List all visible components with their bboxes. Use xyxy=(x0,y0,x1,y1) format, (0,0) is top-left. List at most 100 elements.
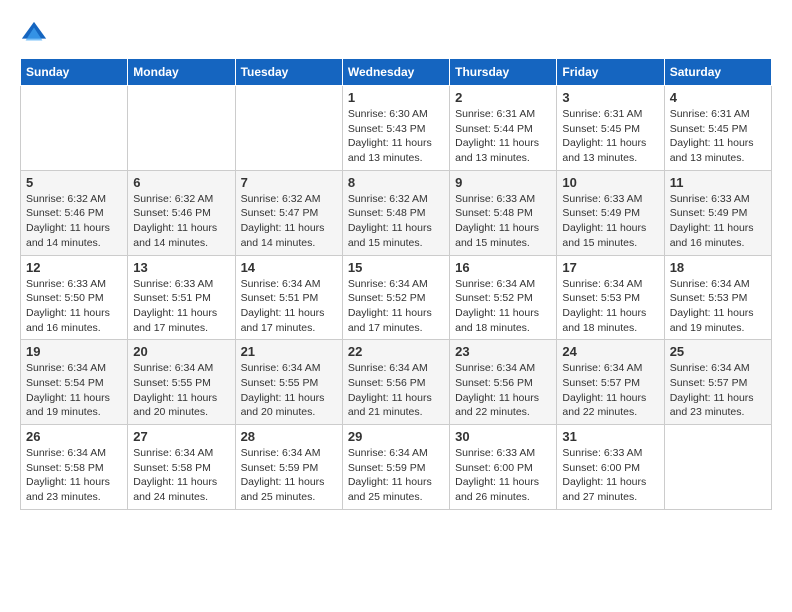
calendar-cell xyxy=(664,425,771,510)
day-number: 1 xyxy=(348,90,444,105)
day-number: 13 xyxy=(133,260,229,275)
day-info: Sunrise: 6:33 AM Sunset: 6:00 PM Dayligh… xyxy=(455,446,551,505)
calendar-week-row: 12 Sunrise: 6:33 AM Sunset: 5:50 PM Dayli… xyxy=(21,255,772,340)
logo xyxy=(20,20,50,48)
day-info: Sunrise: 6:33 AM Sunset: 5:50 PM Dayligh… xyxy=(26,277,122,336)
calendar-cell: 28Sunrise: 6:34 AM Sunset: 5:59 PM Dayli… xyxy=(235,425,342,510)
day-number: 26 xyxy=(26,429,122,444)
calendar-cell: 24Sunrise: 6:34 AM Sunset: 5:57 PM Dayli… xyxy=(557,340,664,425)
day-info: Sunrise: 6:34 AM Sunset: 5:53 PM Dayligh… xyxy=(562,277,658,336)
day-info: Sunrise: 6:34 AM Sunset: 5:56 PM Dayligh… xyxy=(348,361,444,420)
calendar-cell: 29 Sunrise: 6:34 AM Sunset: 5:59 PM Dayli… xyxy=(342,425,449,510)
day-number: 4 xyxy=(670,90,766,105)
weekday-header-sunday: Sunday xyxy=(21,59,128,86)
day-number: 7 xyxy=(241,175,337,190)
day-number: 27 xyxy=(133,429,229,444)
calendar-week-row: 1 Sunrise: 6:30 AM Sunset: 5:43 PM Daylig… xyxy=(21,86,772,171)
weekday-header-monday: Monday xyxy=(128,59,235,86)
calendar-cell xyxy=(21,86,128,171)
calendar-cell: 3 Sunrise: 6:31 AM Sunset: 5:45 PM Daylig… xyxy=(557,86,664,171)
calendar-cell: 18 Sunrise: 6:34 AM Sunset: 5:53 PM Dayli… xyxy=(664,255,771,340)
day-number: 5 xyxy=(26,175,122,190)
calendar-cell: 27 Sunrise: 6:34 AM Sunset: 5:58 PM Dayli… xyxy=(128,425,235,510)
calendar-cell: 23 Sunrise: 6:34 AM Sunset: 5:56 PM Dayli… xyxy=(450,340,557,425)
calendar-week-row: 26 Sunrise: 6:34 AM Sunset: 5:58 PM Dayli… xyxy=(21,425,772,510)
day-info: Sunrise: 6:32 AM Sunset: 5:46 PM Dayligh… xyxy=(133,192,229,251)
day-number: 12 xyxy=(26,260,122,275)
day-info: Sunrise: 6:34 AM Sunset: 5:55 PM Dayligh… xyxy=(241,361,337,420)
calendar-cell: 13 Sunrise: 6:33 AM Sunset: 5:51 PM Dayli… xyxy=(128,255,235,340)
day-info: Sunrise: 6:34 AM Sunset: 5:51 PM Dayligh… xyxy=(241,277,337,336)
calendar-week-row: 19 Sunrise: 6:34 AM Sunset: 5:54 PM Dayli… xyxy=(21,340,772,425)
day-info: Sunrise: 6:32 AM Sunset: 5:48 PM Dayligh… xyxy=(348,192,444,251)
calendar-week-row: 5 Sunrise: 6:32 AM Sunset: 5:46 PM Daylig… xyxy=(21,170,772,255)
day-number: 6 xyxy=(133,175,229,190)
day-info: Sunrise: 6:31 AM Sunset: 5:45 PM Dayligh… xyxy=(670,107,766,166)
calendar-cell: 31 Sunrise: 6:33 AM Sunset: 6:00 PM Dayli… xyxy=(557,425,664,510)
calendar-cell xyxy=(235,86,342,171)
calendar-cell: 6 Sunrise: 6:32 AM Sunset: 5:46 PM Daylig… xyxy=(128,170,235,255)
calendar-cell: 26 Sunrise: 6:34 AM Sunset: 5:58 PM Dayli… xyxy=(21,425,128,510)
calendar-cell: 12 Sunrise: 6:33 AM Sunset: 5:50 PM Dayli… xyxy=(21,255,128,340)
day-number: 14 xyxy=(241,260,337,275)
day-info: Sunrise: 6:33 AM Sunset: 5:49 PM Dayligh… xyxy=(562,192,658,251)
day-info: Sunrise: 6:31 AM Sunset: 5:44 PM Dayligh… xyxy=(455,107,551,166)
weekday-header-wednesday: Wednesday xyxy=(342,59,449,86)
day-number: 24 xyxy=(562,344,658,359)
calendar-table: SundayMondayTuesdayWednesdayThursdayFrid… xyxy=(20,58,772,510)
calendar-cell: 20 Sunrise: 6:34 AM Sunset: 5:55 PM Dayli… xyxy=(128,340,235,425)
day-number: 29 xyxy=(348,429,444,444)
day-info: Sunrise: 6:33 AM Sunset: 5:49 PM Dayligh… xyxy=(670,192,766,251)
day-info: Sunrise: 6:34 AM Sunset: 5:59 PM Dayligh… xyxy=(348,446,444,505)
day-info: Sunrise: 6:32 AM Sunset: 5:46 PM Dayligh… xyxy=(26,192,122,251)
day-number: 21 xyxy=(241,344,337,359)
calendar-cell: 14 Sunrise: 6:34 AM Sunset: 5:51 PM Dayli… xyxy=(235,255,342,340)
calendar-cell: 30 Sunrise: 6:33 AM Sunset: 6:00 PM Dayli… xyxy=(450,425,557,510)
day-number: 30 xyxy=(455,429,551,444)
day-number: 20 xyxy=(133,344,229,359)
calendar-cell: 10 Sunrise: 6:33 AM Sunset: 5:49 PM Dayli… xyxy=(557,170,664,255)
weekday-header-saturday: Saturday xyxy=(664,59,771,86)
calendar-header-row: SundayMondayTuesdayWednesdayThursdayFrid… xyxy=(21,59,772,86)
day-info: Sunrise: 6:34 AM Sunset: 5:53 PM Dayligh… xyxy=(670,277,766,336)
day-number: 17 xyxy=(562,260,658,275)
calendar-cell: 4 Sunrise: 6:31 AM Sunset: 5:45 PM Daylig… xyxy=(664,86,771,171)
day-info: Sunrise: 6:34 AM Sunset: 5:52 PM Dayligh… xyxy=(455,277,551,336)
calendar-cell: 19 Sunrise: 6:34 AM Sunset: 5:54 PM Dayli… xyxy=(21,340,128,425)
weekday-header-friday: Friday xyxy=(557,59,664,86)
day-number: 16 xyxy=(455,260,551,275)
day-number: 31 xyxy=(562,429,658,444)
day-info: Sunrise: 6:34 AM Sunset: 5:56 PM Dayligh… xyxy=(455,361,551,420)
calendar-cell: 17 Sunrise: 6:34 AM Sunset: 5:53 PM Dayli… xyxy=(557,255,664,340)
day-number: 8 xyxy=(348,175,444,190)
day-number: 15 xyxy=(348,260,444,275)
day-info: Sunrise: 6:31 AM Sunset: 5:45 PM Dayligh… xyxy=(562,107,658,166)
calendar-cell: 21 Sunrise: 6:34 AM Sunset: 5:55 PM Dayli… xyxy=(235,340,342,425)
day-info: Sunrise: 6:34 AM Sunset: 5:54 PM Dayligh… xyxy=(26,361,122,420)
calendar-cell: 5 Sunrise: 6:32 AM Sunset: 5:46 PM Daylig… xyxy=(21,170,128,255)
calendar-cell: 16 Sunrise: 6:34 AM Sunset: 5:52 PM Dayli… xyxy=(450,255,557,340)
day-number: 19 xyxy=(26,344,122,359)
calendar-cell: 7 Sunrise: 6:32 AM Sunset: 5:47 PM Daylig… xyxy=(235,170,342,255)
day-info: Sunrise: 6:34 AM Sunset: 5:58 PM Dayligh… xyxy=(26,446,122,505)
day-info: Sunrise: 6:33 AM Sunset: 6:00 PM Dayligh… xyxy=(562,446,658,505)
day-number: 11 xyxy=(670,175,766,190)
day-info: Sunrise: 6:32 AM Sunset: 5:47 PM Dayligh… xyxy=(241,192,337,251)
logo-icon xyxy=(20,20,48,48)
day-info: Sunrise: 6:33 AM Sunset: 5:51 PM Dayligh… xyxy=(133,277,229,336)
day-number: 23 xyxy=(455,344,551,359)
day-number: 10 xyxy=(562,175,658,190)
day-info: Sunrise: 6:34 AM Sunset: 5:55 PM Dayligh… xyxy=(133,361,229,420)
weekday-header-thursday: Thursday xyxy=(450,59,557,86)
day-number: 18 xyxy=(670,260,766,275)
day-number: 22 xyxy=(348,344,444,359)
calendar-cell: 25Sunrise: 6:34 AM Sunset: 5:57 PM Dayli… xyxy=(664,340,771,425)
day-info: Sunrise: 6:30 AM Sunset: 5:43 PM Dayligh… xyxy=(348,107,444,166)
calendar-cell xyxy=(128,86,235,171)
day-info: Sunrise: 6:34 AM Sunset: 5:58 PM Dayligh… xyxy=(133,446,229,505)
page-header xyxy=(20,20,772,48)
day-number: 2 xyxy=(455,90,551,105)
day-info: Sunrise: 6:34 AM Sunset: 5:59 PM Dayligh… xyxy=(241,446,337,505)
day-number: 3 xyxy=(562,90,658,105)
calendar-cell: 9Sunrise: 6:33 AM Sunset: 5:48 PM Daylig… xyxy=(450,170,557,255)
